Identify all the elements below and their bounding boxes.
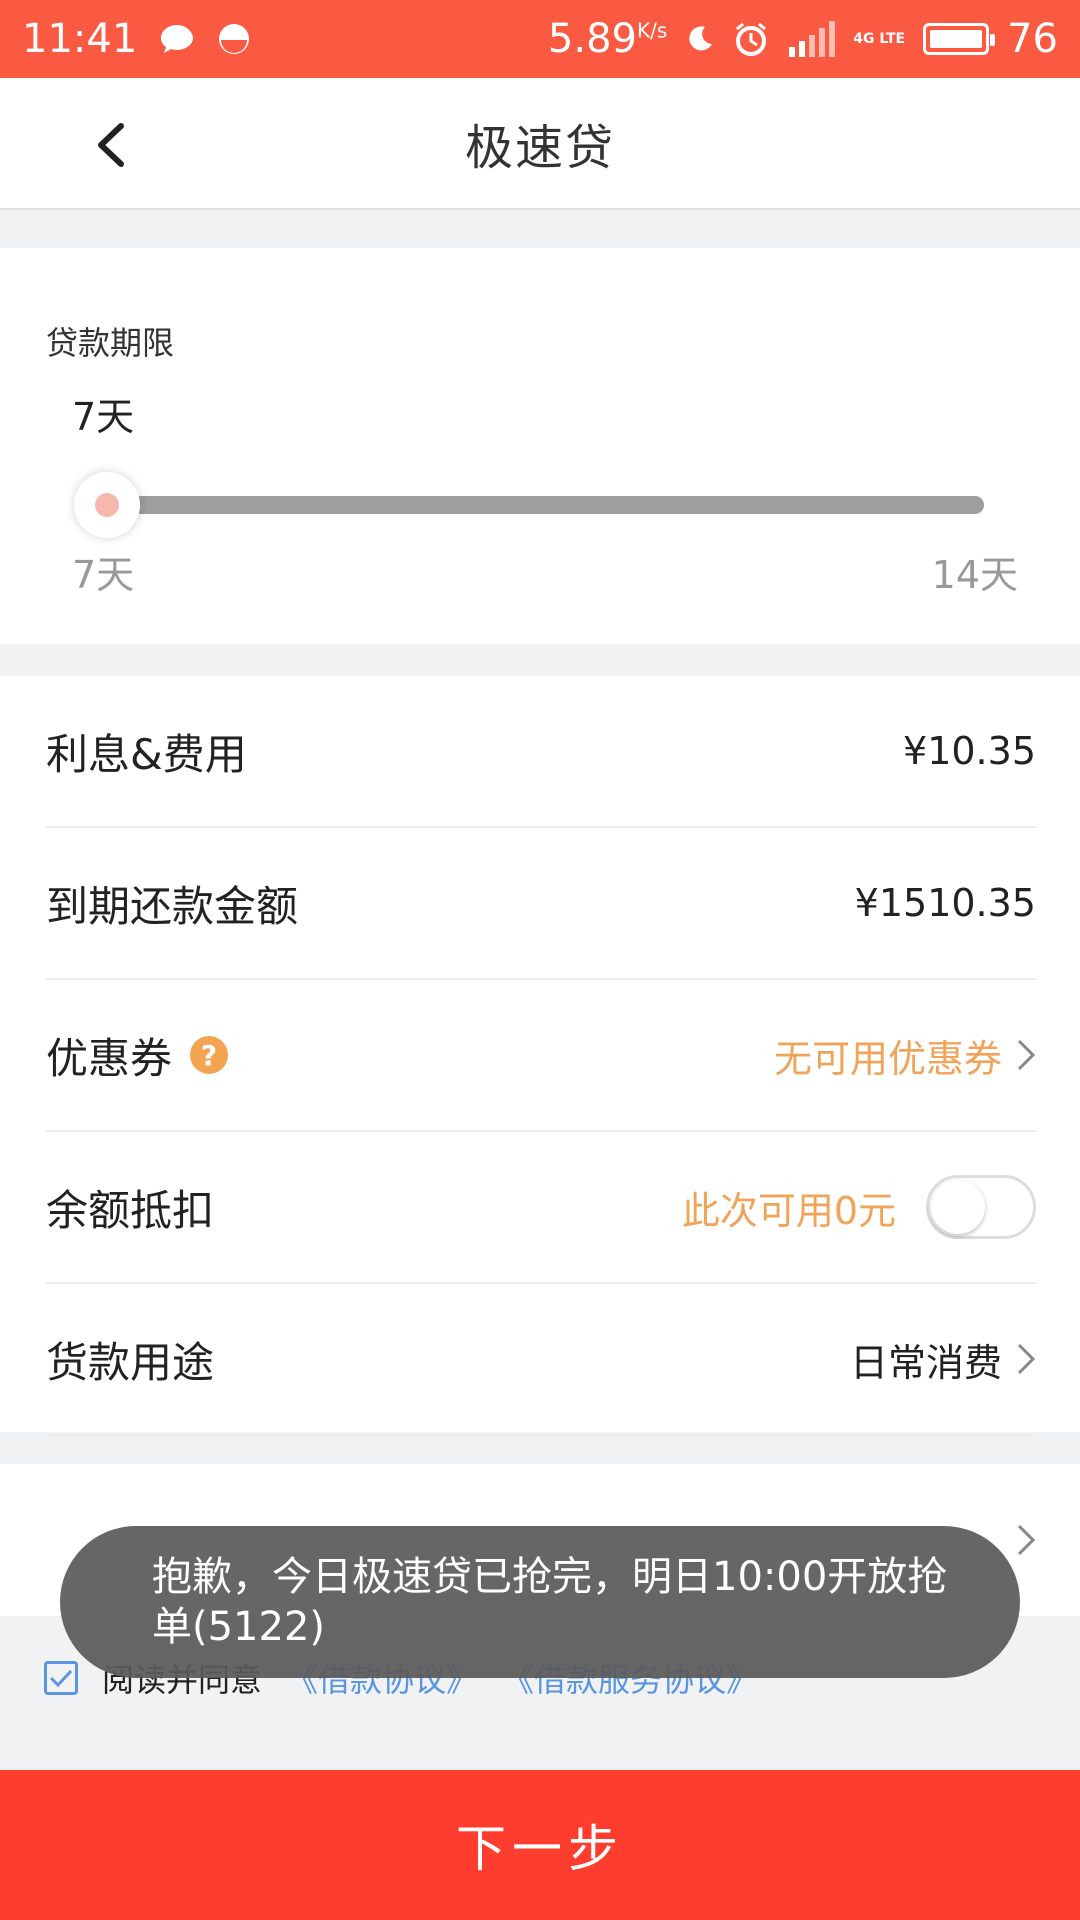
agreement-checkbox[interactable] bbox=[44, 1661, 78, 1695]
balance-row: 余额抵扣 此次可用0元 bbox=[46, 1132, 1036, 1284]
interest-value: ¥10.35 bbox=[903, 729, 1036, 773]
net-speed: 5.89K/s bbox=[547, 16, 668, 62]
loan-period-value: 7天 bbox=[72, 395, 135, 439]
chevron-left-icon bbox=[98, 123, 124, 167]
slider-track bbox=[104, 496, 984, 514]
purpose-label: 货款用途 bbox=[46, 1337, 215, 1387]
interest-row: 利息&费用 ¥10.35 bbox=[46, 676, 1036, 828]
balance-label: 余额抵扣 bbox=[46, 1185, 215, 1235]
app-notification-icon bbox=[217, 22, 251, 56]
chevron-right-icon bbox=[1016, 1038, 1036, 1072]
chevron-right-icon bbox=[1016, 1342, 1036, 1376]
balance-value: 此次可用0元 bbox=[681, 1188, 896, 1233]
repay-value: ¥1510.35 bbox=[854, 881, 1036, 925]
loan-details-card: 利息&费用 ¥10.35 到期还款金额 ¥1510.35 优惠券 ? 无可用优惠… bbox=[0, 676, 1080, 1436]
checkmark-icon bbox=[49, 1669, 73, 1688]
balance-toggle[interactable] bbox=[926, 1175, 1036, 1239]
coupon-value: 无可用优惠券 bbox=[773, 1036, 1002, 1081]
app-bar: 极速贷 bbox=[0, 78, 1080, 210]
chevron-right-icon bbox=[1016, 1523, 1036, 1557]
battery-level: 76 bbox=[1007, 16, 1058, 62]
moon-icon bbox=[685, 24, 715, 54]
page-title: 极速贷 bbox=[464, 120, 615, 176]
chat-bubble-icon bbox=[159, 23, 195, 55]
repay-row: 到期还款金额 ¥1510.35 bbox=[46, 828, 1036, 980]
repay-label: 到期还款金额 bbox=[46, 881, 299, 931]
loan-period-card: 贷款期限 7天 7天 14天 bbox=[0, 248, 1080, 644]
clock: 11:41 bbox=[22, 16, 138, 62]
purpose-value: 日常消费 bbox=[849, 1340, 1002, 1385]
purpose-row[interactable]: 货款用途 日常消费 bbox=[46, 1284, 1036, 1436]
slider-max-label: 14天 bbox=[931, 553, 1018, 597]
alarm-icon bbox=[733, 21, 769, 57]
loan-period-slider[interactable] bbox=[74, 472, 984, 538]
interest-label: 利息&费用 bbox=[46, 729, 247, 779]
network-type-icon: 4G LTE bbox=[853, 30, 906, 47]
toast-message: 抱歉，今日极速贷已抢完，明日10:00开放抢单(5122) bbox=[60, 1526, 1020, 1678]
status-bar: 11:41 5.89K/s 4G LTE 76 bbox=[0, 0, 1080, 78]
slider-thumb[interactable] bbox=[74, 472, 140, 538]
slider-min-label: 7天 bbox=[72, 553, 135, 597]
next-step-button[interactable]: 下一步 bbox=[0, 1770, 1080, 1920]
coupon-row[interactable]: 优惠券 ? 无可用优惠券 bbox=[46, 980, 1036, 1132]
coupon-label: 优惠券 bbox=[46, 1033, 173, 1083]
signal-icon bbox=[787, 21, 836, 57]
battery-icon bbox=[923, 23, 996, 55]
help-icon[interactable]: ? bbox=[190, 1036, 229, 1074]
loan-period-label: 贷款期限 bbox=[46, 324, 175, 362]
back-button[interactable] bbox=[88, 120, 132, 170]
